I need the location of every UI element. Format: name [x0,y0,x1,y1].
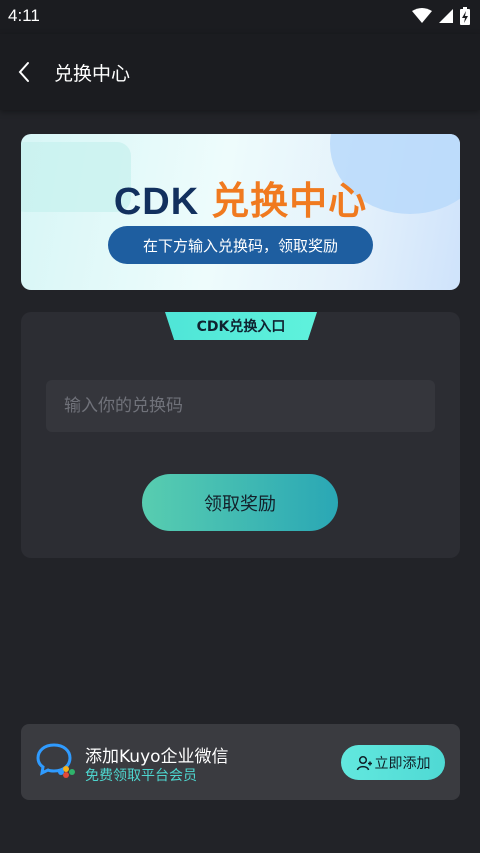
wecom-title: 添加Kuyo企业微信 [85,747,229,767]
wecom-card: 添加Kuyo企业微信 免费领取平台会员 立即添加 [21,724,460,800]
status-time: 4:11 [8,6,40,25]
redeem-card: CDK兑换入口 领取奖励 [21,312,460,558]
wecom-subtitle: 免费领取平台会员 [85,768,197,784]
banner-subtitle: 在下方输入兑换码，领取奖励 [108,226,373,264]
wifi-icon [412,8,432,23]
banner-title: CDK 兑换中心 [21,170,460,225]
add-user-icon [356,755,372,770]
add-now-button[interactable]: 立即添加 [341,745,445,780]
wecom-icon [36,743,75,778]
status-icons [412,7,470,25]
claim-reward-button[interactable]: 领取奖励 [142,474,338,531]
back-button[interactable] [8,56,40,88]
page-title: 兑换中心 [54,63,131,85]
cdk-banner: CDK 兑换中心 在下方输入兑换码，领取奖励 [21,134,460,290]
add-now-label: 立即添加 [374,755,431,772]
banner-title-prefix: CDK [113,181,200,223]
signal-icon [439,9,453,23]
back-arrow-icon [18,62,29,82]
battery-icon [460,7,470,25]
top-app-bar: 兑换中心 [0,34,480,110]
status-bar: 4:11 [0,0,480,34]
redeem-code-input[interactable] [46,380,435,432]
redeem-tab-label: CDK兑换入口 [165,312,317,340]
banner-title-highlight: 兑换中心 [211,179,368,223]
